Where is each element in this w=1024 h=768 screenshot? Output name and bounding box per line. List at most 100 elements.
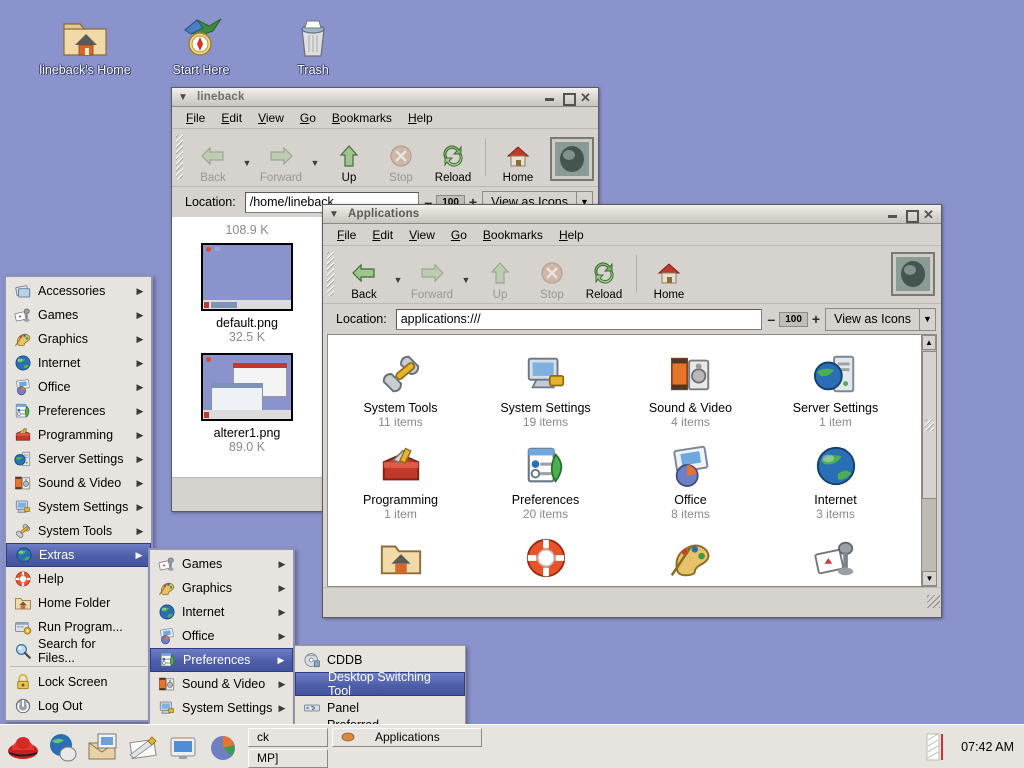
forward-history-dropdown[interactable]: ▼ (307, 158, 323, 184)
calc-icon[interactable] (204, 728, 242, 766)
extras-item-graphics[interactable]: Graphics ▶ (150, 576, 293, 600)
list-item[interactable]: alterer1.png 89.0 K (172, 353, 322, 454)
stop-button[interactable]: Stop (375, 141, 427, 184)
window-menu-icon[interactable]: ▼ (325, 209, 343, 220)
scrollbar-thumb[interactable] (922, 351, 936, 499)
menu-file[interactable]: File (329, 226, 364, 244)
menu-item-home-folder[interactable]: Home Folder (6, 591, 151, 615)
titlebar-applications[interactable]: ▼ Applications ✕ (323, 205, 941, 224)
menu-item-games[interactable]: Games ▶ (6, 303, 151, 327)
minimize-button[interactable] (544, 92, 555, 103)
menubar-applications[interactable]: File Edit View Go Bookmarks Help (323, 224, 941, 246)
application-grid-item[interactable]: Help (473, 527, 618, 586)
resize-grip[interactable] (927, 595, 940, 608)
stop-button[interactable]: Stop (526, 258, 578, 301)
presentation-icon[interactable] (164, 728, 202, 766)
application-grid-item[interactable]: Games (763, 527, 908, 586)
menu-view[interactable]: View (250, 109, 292, 127)
menu-bookmarks[interactable]: Bookmarks (324, 109, 400, 127)
desktop-icon-trash[interactable]: Trash (258, 8, 368, 77)
home-button[interactable]: Home (492, 141, 544, 184)
maximize-button[interactable] (562, 92, 576, 106)
menu-item-sound-video[interactable]: Sound & Video ▶ (6, 471, 151, 495)
application-grid-item[interactable]: System Tools 11 items (328, 343, 473, 435)
up-button[interactable]: Up (474, 258, 526, 301)
application-grid-item[interactable]: System Settings 19 items (473, 343, 618, 435)
menu-help[interactable]: Help (551, 226, 592, 244)
application-grid-item[interactable]: Server Settings 1 item (763, 343, 908, 435)
menu-item-search-for-files[interactable]: Search for Files... (6, 637, 151, 665)
redhat-menu-icon[interactable] (4, 728, 42, 766)
menubar-lineback[interactable]: File Edit View Go Bookmarks Help (172, 107, 598, 129)
writer-icon[interactable] (124, 728, 162, 766)
desktop-icon-home[interactable]: lineback's Home (30, 8, 140, 77)
application-grid-item[interactable]: Preferences 20 items (473, 435, 618, 527)
menu-item-system-settings[interactable]: System Settings ▶ (6, 495, 151, 519)
extras-submenu[interactable]: Games ▶ Graphics ▶ Internet ▶ Office ▶ Preferenc… (148, 548, 295, 748)
list-item[interactable]: default.png 32.5 K (172, 243, 322, 344)
email-icon[interactable] (84, 728, 122, 766)
forward-button[interactable]: Forward (406, 258, 458, 301)
icon-view-applications[interactable]: System Tools 11 items System Settings 19 it… (327, 334, 937, 587)
menu-go[interactable]: Go (292, 109, 324, 127)
application-grid-item[interactable]: Internet 3 items (763, 435, 908, 527)
menu-item-graphics[interactable]: Graphics ▶ (6, 327, 151, 351)
titlebar-lineback[interactable]: ▼ lineback ✕ (172, 88, 598, 107)
desktop-icon-start-here[interactable]: Start Here (146, 8, 256, 77)
extras-item-games[interactable]: Games ▶ (150, 552, 293, 576)
window-applications[interactable]: ▼ Applications ✕ File Edit View Go Bookm… (322, 204, 942, 618)
printer-notifier-icon[interactable] (925, 732, 947, 762)
application-grid-item[interactable]: Graphics (618, 527, 763, 586)
vertical-scrollbar[interactable]: ▲ ▼ (921, 335, 936, 586)
task-button-applications[interactable]: Applications (332, 727, 482, 747)
nautilus-logo-button[interactable] (550, 137, 594, 181)
toolbar-grip[interactable] (327, 251, 334, 296)
prefs-item-desktop-switching-tool[interactable]: Desktop Switching Tool (295, 670, 465, 698)
minimize-button[interactable] (887, 209, 898, 220)
nautilus-logo-button[interactable] (891, 252, 935, 296)
menu-go[interactable]: Go (443, 226, 475, 244)
main-application-menu[interactable]: Accessories ▶ Games ▶ Graphics ▶ Internet ▶ Offi… (4, 275, 153, 722)
clock[interactable]: 07:42 AM (961, 740, 1014, 754)
reload-button[interactable]: Reload (427, 141, 479, 184)
menu-item-internet[interactable]: Internet ▶ (6, 351, 151, 375)
menu-edit[interactable]: Edit (213, 109, 250, 127)
menu-item-system-tools[interactable]: System Tools ▶ (6, 519, 151, 543)
application-grid-item[interactable]: Office 8 items (618, 435, 763, 527)
task-button-gimp[interactable]: MP] (248, 748, 328, 768)
location-input[interactable]: applications:/// (395, 308, 763, 330)
view-as-selector[interactable]: View as Icons ▼ (825, 307, 936, 331)
forward-history-dropdown[interactable]: ▼ (458, 275, 474, 301)
forward-button[interactable]: Forward (255, 141, 307, 184)
scroll-down-button[interactable]: ▼ (922, 571, 936, 586)
close-button[interactable]: ✕ (923, 208, 934, 221)
zoom-in-button[interactable]: + (812, 311, 820, 327)
prefs-item-panel[interactable]: Panel (295, 696, 465, 720)
reload-button[interactable]: Reload (578, 258, 630, 301)
window-menu-icon[interactable]: ▼ (174, 92, 192, 103)
menu-item-log-out[interactable]: Log Out (6, 694, 151, 718)
web-browser-icon[interactable] (44, 728, 82, 766)
menu-item-accessories[interactable]: Accessories ▶ (6, 279, 151, 303)
menu-item-server-settings[interactable]: Server Settings ▶ (6, 447, 151, 471)
back-history-dropdown[interactable]: ▼ (239, 158, 255, 184)
menu-item-preferences[interactable]: Preferences ▶ (6, 399, 151, 423)
menu-edit[interactable]: Edit (364, 226, 401, 244)
menu-item-office[interactable]: Office ▶ (6, 375, 151, 399)
extras-item-preferences[interactable]: Preferences ▶ (150, 648, 293, 672)
maximize-button[interactable] (905, 209, 919, 223)
chevron-down-icon[interactable]: ▼ (919, 307, 936, 331)
menu-help[interactable]: Help (400, 109, 441, 127)
home-button[interactable]: Home (643, 258, 695, 301)
menu-item-programming[interactable]: Programming ▶ (6, 423, 151, 447)
prefs-item-cddb[interactable]: CDDB (295, 648, 465, 672)
scroll-up-button[interactable]: ▲ (922, 335, 936, 350)
application-grid-item[interactable]: Programming 1 item (328, 435, 473, 527)
menu-item-run-program[interactable]: Run Program... (6, 615, 151, 639)
menu-item-lock-screen[interactable]: Lock Screen (6, 670, 151, 694)
menu-file[interactable]: File (178, 109, 213, 127)
zoom-out-button[interactable]: – (767, 311, 775, 327)
task-button-lineback[interactable]: ck (248, 727, 328, 747)
back-history-dropdown[interactable]: ▼ (390, 275, 406, 301)
extras-item-system-settings[interactable]: System Settings ▶ (150, 696, 293, 720)
